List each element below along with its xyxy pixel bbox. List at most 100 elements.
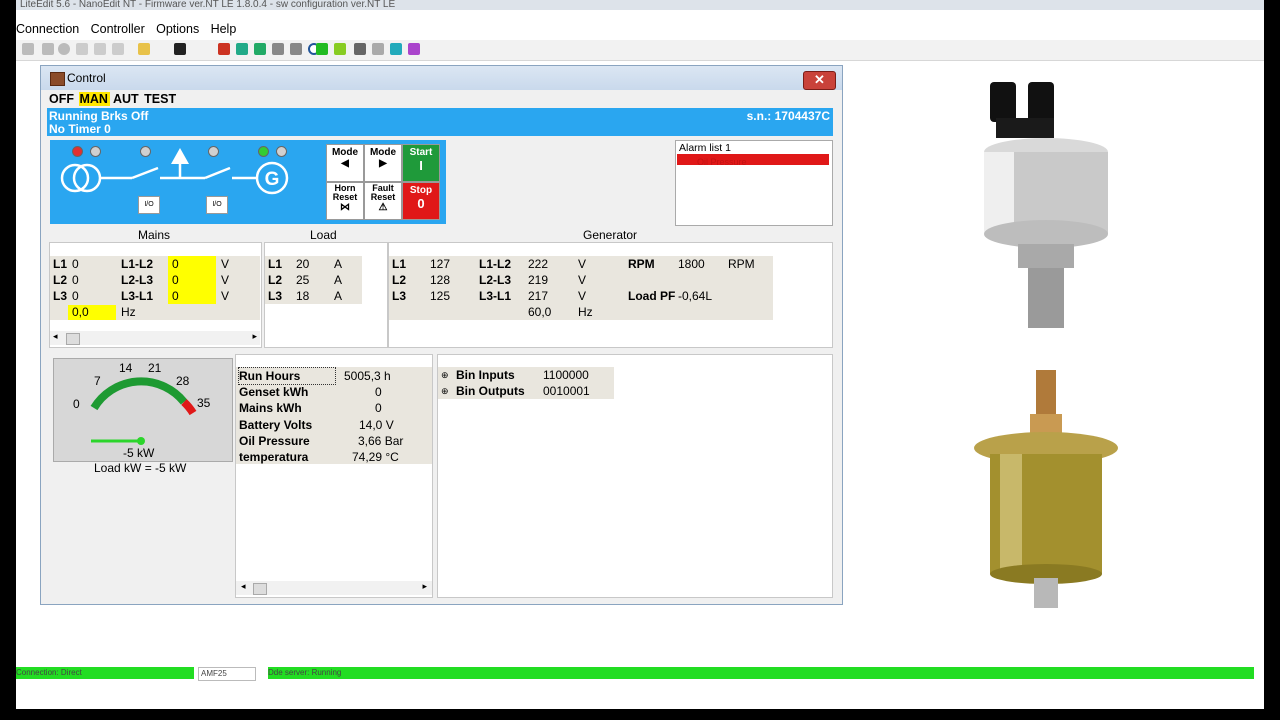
mains-l3l1-unit: V: [221, 289, 230, 303]
mode-left-button[interactable]: Mode ◀: [326, 144, 364, 182]
values-scrollbar[interactable]: ◂ ▸: [236, 581, 432, 595]
toolbar-lock-icon[interactable]: [316, 43, 328, 55]
fault-reset-label: Fault Reset: [370, 183, 396, 202]
mains-scrollbar[interactable]: ◂ ▸: [50, 331, 260, 345]
alarm-list[interactable]: Alarm list 1 Oil Pressure: [675, 140, 833, 226]
mains-io-box[interactable]: I/O: [138, 196, 160, 214]
gen-l2l3-value: 219: [528, 273, 549, 287]
binary-io-pane: ⊕ Bin Inputs 1100000 ⊕ Bin Outputs 00100…: [437, 354, 833, 598]
toolbar-close-connection-icon[interactable]: [42, 43, 54, 55]
toolbar-open-file-icon[interactable]: [138, 43, 150, 55]
alarm-item[interactable]: Oil Pressure: [677, 154, 829, 167]
left-arrow-icon: ◀: [341, 158, 349, 169]
stop-button[interactable]: Stop 0: [402, 182, 440, 220]
toolbar-save-icon[interactable]: [174, 43, 186, 55]
toolbar-keys-icon[interactable]: [334, 43, 346, 55]
toolbar-record-icon[interactable]: [58, 43, 70, 55]
toolbar-grid-icon[interactable]: [290, 43, 302, 55]
control-window-icon: [50, 72, 65, 86]
gauge-tick-0: 0: [73, 397, 80, 411]
toolbar-search-icon[interactable]: [354, 43, 366, 55]
letterbox-left: [0, 0, 16, 720]
gen-freq-value: 60,0: [528, 305, 552, 319]
load-l2-unit: A: [334, 273, 343, 287]
mains-l3-label: L3: [53, 289, 68, 303]
value-label-mains-kwh[interactable]: Mains kWh: [239, 400, 302, 416]
mains-scroll-thumb[interactable]: [66, 333, 80, 345]
mains-l1l2-label: L1-L2: [121, 257, 154, 271]
toolbar-open-connection-icon[interactable]: [22, 43, 34, 55]
gauge-value-text: -5 kW: [123, 446, 155, 460]
toolbar-settings-icon[interactable]: [408, 43, 420, 55]
start-button[interactable]: Start I: [402, 144, 440, 182]
mains-l2-label: L2: [53, 273, 68, 287]
mode-man: MAN: [79, 92, 110, 106]
mode-aut: AUT: [112, 92, 139, 106]
value-label-oil-pressure[interactable]: Oil Pressure: [239, 433, 310, 449]
gen-l3-label: L3: [392, 289, 407, 303]
value-label-run-hours[interactable]: Run Hours: [239, 368, 300, 384]
status-bar: Connection: Direct AMF25 Dde server: Run…: [16, 667, 1254, 681]
toolbar-firmware-icon[interactable]: [390, 43, 402, 55]
load-l2-value: 25: [296, 273, 310, 287]
fault-reset-button[interactable]: Fault Reset ⚠: [364, 182, 402, 220]
menu-help[interactable]: Help: [211, 20, 241, 36]
generator-panel: L1 127 L1-L2 222 V L2 128 L2-L3 219 V L3…: [388, 242, 833, 348]
gen-l3l1-value: 217: [528, 289, 549, 303]
scroll-left-icon[interactable]: ◂: [53, 331, 58, 342]
gen-l1l2-value: 222: [528, 257, 549, 271]
bin-outputs-value: 0010001: [543, 384, 590, 398]
value-label-genset-kwh[interactable]: Genset kWh: [239, 384, 308, 400]
value-label-temperature[interactable]: temperatura: [239, 449, 308, 465]
mode-left-label: Mode: [331, 147, 359, 158]
menu-controller[interactable]: Controller: [91, 20, 149, 36]
scroll-right-icon[interactable]: ▸: [252, 331, 257, 342]
letterbox-bottom: [0, 709, 1280, 720]
rpm-value: 1800: [678, 257, 705, 271]
menu-connection[interactable]: Connection: [16, 20, 83, 36]
mode-right-button[interactable]: Mode ▶: [364, 144, 402, 182]
bin-outputs-label[interactable]: Bin Outputs: [456, 384, 525, 399]
gen-l1l2-unit: V: [578, 257, 587, 271]
mains-l2l3-unit: V: [221, 273, 230, 287]
value-run-hours: 5005,3 h: [344, 369, 391, 383]
gauge-hub: [137, 437, 145, 445]
mains-l2-value: 0: [72, 273, 79, 287]
alarm-list-header: Alarm list 1: [679, 142, 731, 154]
toolbar-list-icon[interactable]: [112, 43, 124, 55]
expand-bin-outputs-icon[interactable]: ⊕: [441, 384, 449, 399]
load-l1-unit: A: [334, 257, 343, 271]
gauge-tick-35: 35: [197, 396, 211, 410]
close-button[interactable]: ✕: [803, 71, 836, 90]
toolbar-values-icon[interactable]: [236, 43, 248, 55]
control-window: Control ✕ OFF MAN AUT TEST Running Brks …: [40, 65, 843, 605]
toolbar-monitor-icon[interactable]: [254, 43, 266, 55]
toolbar-cloud-icon[interactable]: [76, 43, 88, 55]
menu-options[interactable]: Options: [156, 20, 203, 36]
toolbar-control-icon[interactable]: [218, 43, 230, 55]
expand-bin-inputs-icon[interactable]: ⊕: [441, 368, 449, 383]
bin-inputs-label[interactable]: Bin Inputs: [456, 368, 515, 383]
values-scroll-thumb[interactable]: [253, 583, 267, 595]
horn-reset-button[interactable]: Horn Reset ⋈: [326, 182, 364, 220]
values-scroll-right-icon[interactable]: ▸: [422, 581, 427, 592]
load-l1-label: L1: [268, 257, 283, 271]
oil-pressure-sensor-image-2: [974, 370, 1118, 608]
load-pf-label: Load PF: [628, 289, 676, 303]
right-arrow-icon: ▶: [379, 158, 387, 169]
app-title: LiteEdit 5.6 - NanoEdit NT - Firmware ve…: [20, 0, 396, 10]
stop-sub-label: 0: [417, 196, 425, 211]
app-title-bar: LiteEdit 5.6 - NanoEdit NT - Firmware ve…: [16, 0, 1268, 10]
gen-io-box[interactable]: I/O: [206, 196, 228, 214]
mains-title: Mains: [138, 228, 171, 242]
engine-state: Running Brks Off: [49, 109, 149, 123]
value-label-battery[interactable]: Battery Volts: [239, 417, 312, 433]
gen-l3-value: 125: [430, 289, 451, 303]
gen-l1l2-label: L1-L2: [479, 257, 512, 271]
letterbox-right: [1264, 0, 1280, 720]
toolbar-history-icon[interactable]: [272, 43, 284, 55]
values-scroll-left-icon[interactable]: ◂: [241, 581, 246, 592]
toolbar-folder-icon[interactable]: [94, 43, 106, 55]
gen-l3l1-label: L3-L1: [479, 289, 512, 303]
toolbar-table-icon[interactable]: [372, 43, 384, 55]
